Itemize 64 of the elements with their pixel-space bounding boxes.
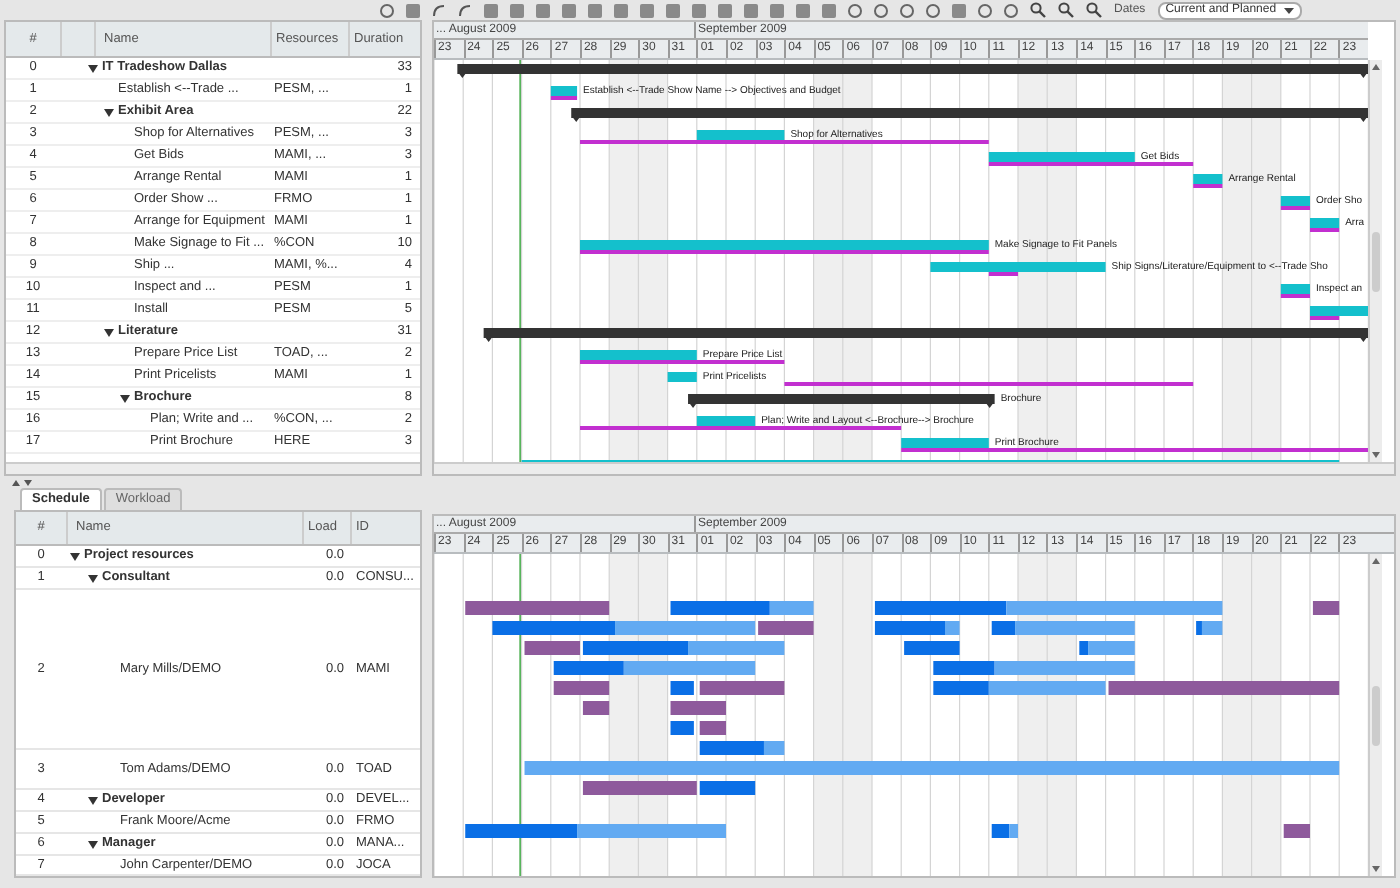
task-bar[interactable]: [1280, 284, 1310, 294]
load-bar: [699, 681, 785, 695]
expand-triangle-icon[interactable]: [70, 551, 80, 561]
square-icon[interactable]: [510, 3, 524, 17]
scrollbar[interactable]: [6, 462, 420, 474]
scroll-down-icon[interactable]: [1372, 866, 1380, 872]
square-icon[interactable]: [822, 3, 836, 17]
search-icon[interactable]: [1086, 2, 1102, 18]
task-bar[interactable]: [550, 86, 578, 96]
search-icon[interactable]: [1058, 2, 1074, 18]
search-icon[interactable]: [1030, 2, 1046, 18]
square-icon[interactable]: [588, 3, 602, 17]
summary-bar[interactable]: [483, 328, 1368, 342]
square-icon[interactable]: [666, 3, 680, 17]
scroll-up-icon[interactable]: [1372, 558, 1380, 564]
scrollbar[interactable]: [1368, 554, 1382, 876]
square-icon[interactable]: [640, 3, 654, 17]
expand-triangle-icon[interactable]: [120, 393, 130, 403]
square-icon[interactable]: [614, 3, 628, 17]
expand-triangle-icon[interactable]: [88, 795, 98, 805]
square-icon[interactable]: [770, 3, 784, 17]
load-bar: [670, 681, 694, 695]
expand-triangle-icon[interactable]: [104, 327, 114, 337]
square-icon[interactable]: [484, 3, 498, 17]
baseline-bar: [1310, 316, 1340, 320]
square-icon[interactable]: [744, 3, 758, 17]
task-bar[interactable]: [696, 416, 756, 426]
expand-triangle-icon[interactable]: [88, 573, 98, 583]
baseline-bar: [1280, 294, 1310, 298]
square-icon[interactable]: [692, 3, 706, 17]
load-bar: [670, 701, 726, 715]
square-icon[interactable]: [406, 3, 420, 17]
expand-triangle-icon[interactable]: [88, 63, 98, 73]
square-icon[interactable]: [796, 3, 810, 17]
baseline-bar: [1280, 206, 1310, 210]
caret-icon: [1284, 7, 1295, 13]
scrollbar[interactable]: [434, 462, 1394, 474]
load-bar: [1312, 601, 1340, 615]
load-bar: [670, 721, 694, 735]
baseline-bar: [1310, 228, 1340, 232]
expand-triangle-icon[interactable]: [88, 839, 98, 849]
square-icon[interactable]: [562, 3, 576, 17]
task-bar[interactable]: [1310, 218, 1340, 228]
baseline-bar: [1193, 184, 1223, 188]
baseline-bar: [988, 272, 1018, 276]
square-icon[interactable]: [718, 3, 732, 17]
load-bar: [1283, 824, 1310, 838]
summary-bar[interactable]: [457, 64, 1368, 78]
summary-bar[interactable]: [688, 394, 995, 408]
load-bar: [582, 701, 610, 715]
scroll-down-icon[interactable]: [1372, 452, 1380, 458]
scroll-thumb[interactable]: [1372, 685, 1380, 745]
scroll-up-icon[interactable]: [1372, 64, 1380, 70]
square-icon[interactable]: [536, 3, 550, 17]
summary-bar[interactable]: [571, 108, 1368, 122]
square-icon[interactable]: [952, 3, 966, 17]
load-bar: [553, 681, 610, 695]
load-bar: [904, 641, 960, 655]
scrollbar[interactable]: [1368, 60, 1382, 462]
task-bar[interactable]: [1280, 196, 1310, 206]
scroll-thumb[interactable]: [1372, 231, 1380, 291]
expand-triangle-icon[interactable]: [104, 107, 114, 117]
baseline-bar: [550, 96, 578, 100]
load-bar: [699, 721, 726, 735]
